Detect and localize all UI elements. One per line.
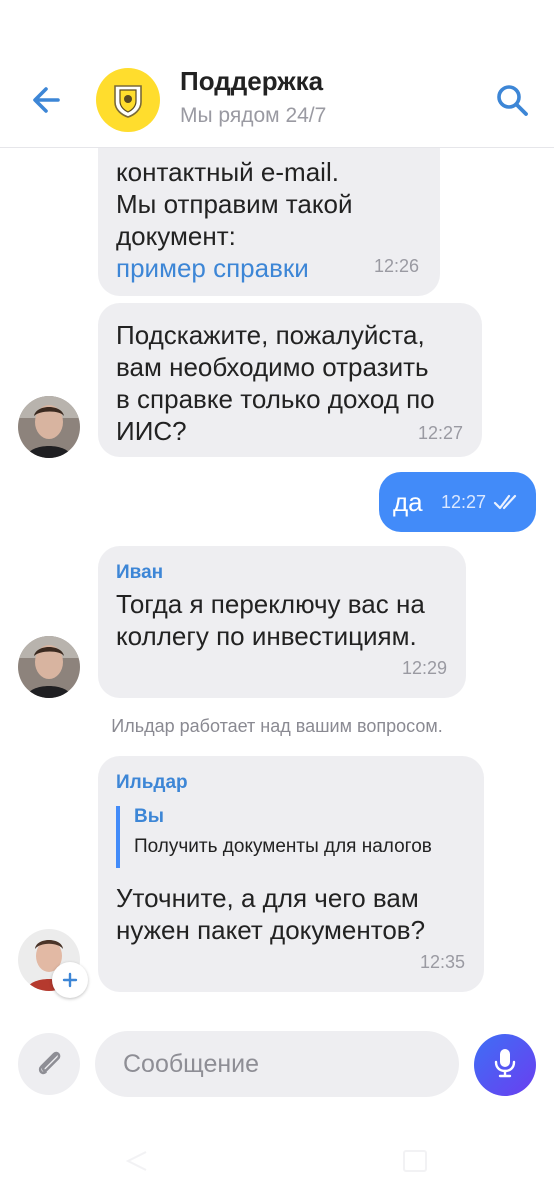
message-input[interactable]: Сообщение: [95, 1031, 459, 1097]
paperclip-icon: [32, 1045, 66, 1084]
message-time: 12:26: [374, 256, 420, 276]
avatar[interactable]: [18, 396, 80, 458]
message-line: Уточните, а для чего вам: [116, 883, 419, 913]
message-line: Подскажите, пожалуйста,: [116, 320, 425, 350]
microphone-button[interactable]: [474, 1034, 536, 1096]
message-input-placeholder: Сообщение: [123, 1049, 260, 1078]
nav-recents-hint-icon[interactable]: [402, 1150, 428, 1172]
sender-name: Иван: [116, 562, 164, 583]
chat-header: Поддержка Мы рядом 24/7: [0, 0, 554, 148]
sender-name: Ильдар: [116, 772, 188, 793]
message-line: в справке только доход по: [116, 384, 435, 414]
nav-back-hint-icon[interactable]: [124, 1150, 150, 1172]
avatar[interactable]: [18, 636, 80, 698]
message-bubble-incoming[interactable]: Ильдар Вы Получить документы для налогов…: [98, 756, 484, 992]
message-line: коллегу по инвестициям.: [116, 621, 417, 651]
message-time: 12:27: [441, 492, 487, 512]
quote-author: Вы: [134, 806, 164, 827]
message-line: документ:: [116, 221, 236, 251]
message-line: нужен пакет документов?: [116, 915, 426, 945]
message-line: контактный e-mail.: [116, 157, 339, 187]
message-time: 12:27: [418, 423, 464, 443]
message-bubble-incoming[interactable]: контактный e-mail. Мы отправим такой док…: [98, 148, 440, 296]
message-time: 12:35: [420, 952, 466, 972]
reply-quote[interactable]: Вы Получить документы для налогов: [116, 806, 432, 868]
search-icon[interactable]: [494, 82, 530, 118]
attach-button[interactable]: [18, 1033, 80, 1095]
chat-subtitle: Мы рядом 24/7: [180, 104, 327, 127]
message-line: Тогда я переключу вас на: [116, 589, 425, 619]
message-bubble-outgoing[interactable]: да 12:27: [379, 472, 536, 532]
message-line: вам необходимо отразить: [116, 352, 429, 382]
message-line: ИИС?: [116, 416, 187, 446]
message-time: 12:29: [402, 658, 448, 678]
system-message: Ильдар работает над вашим вопросом.: [111, 716, 443, 736]
message-text: да: [393, 487, 423, 517]
message-link[interactable]: пример справки: [116, 252, 353, 284]
message-bubble-incoming[interactable]: Иван Тогда я переключу вас на коллегу по…: [98, 546, 466, 698]
back-arrow-icon[interactable]: [26, 80, 70, 120]
bank-logo-icon[interactable]: [96, 68, 160, 132]
read-checkmarks-icon: [493, 492, 519, 517]
message-bubble-incoming[interactable]: Подскажите, пожалуйста, вам необходимо о…: [98, 303, 482, 457]
chat-title: Поддержка: [180, 66, 324, 96]
microphone-icon: [492, 1047, 518, 1084]
message-list[interactable]: контактный e-mail. Мы отправим такой док…: [0, 148, 554, 1008]
quote-text: Получить документы для налогов: [134, 836, 432, 857]
add-icon[interactable]: [52, 962, 88, 998]
message-line: Мы отправим такой: [116, 189, 353, 219]
